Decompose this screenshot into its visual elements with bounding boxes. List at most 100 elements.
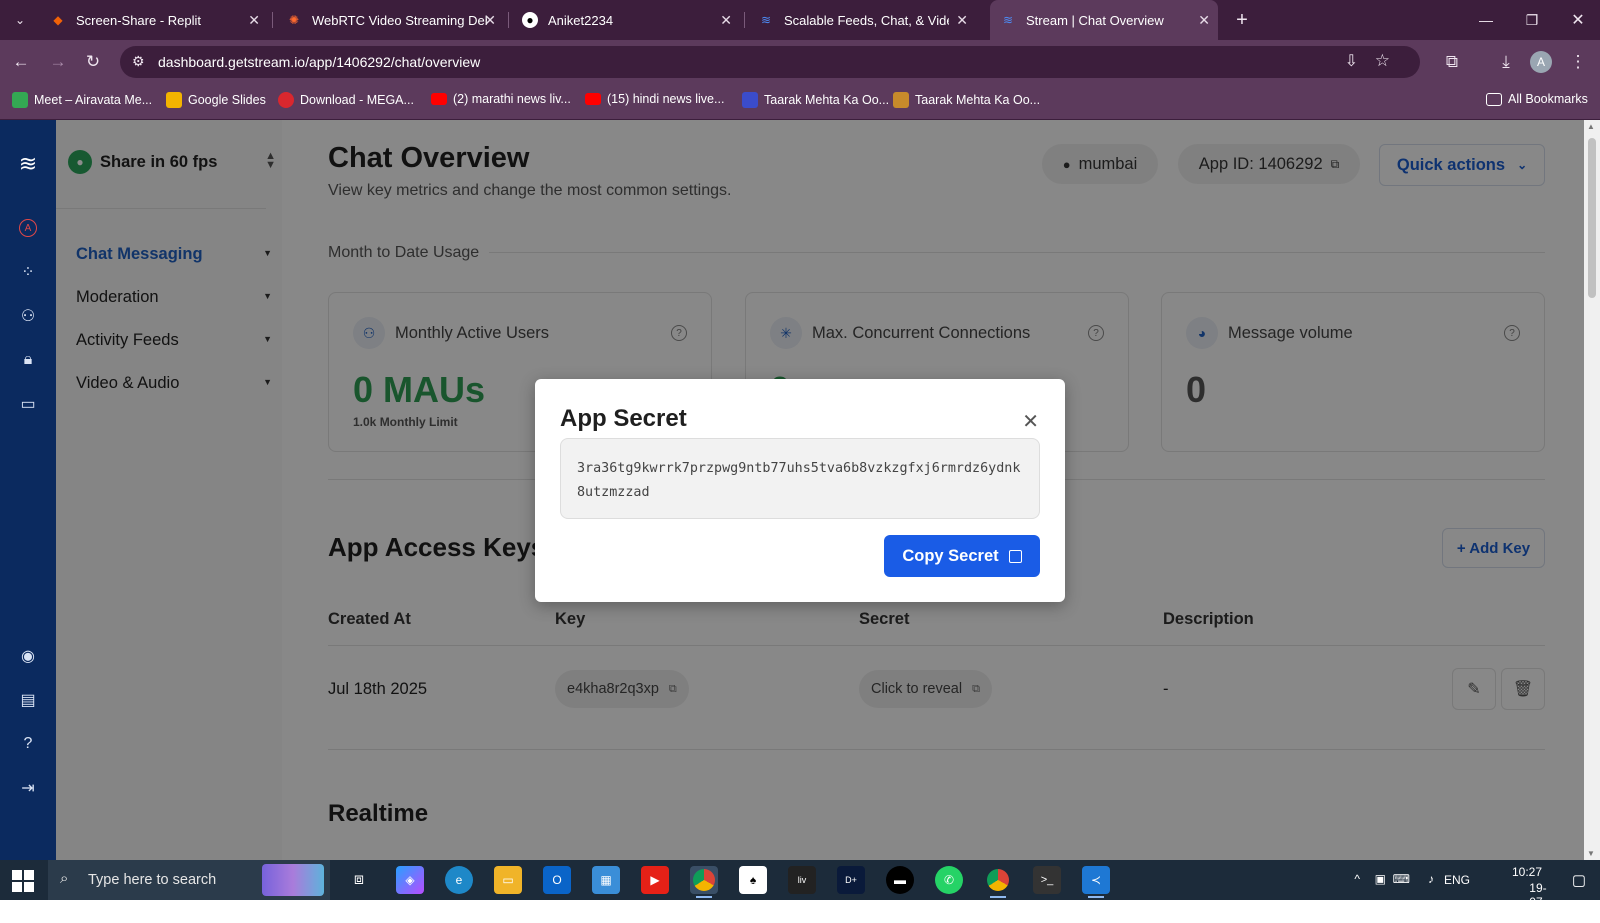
clock-date[interactable]: 19-07-2025	[1529, 881, 1556, 923]
org-avatar[interactable]: A	[14, 214, 42, 242]
bookmark-star-icon[interactable]: ☆	[1375, 51, 1390, 71]
close-tab-icon[interactable]: ✕	[248, 12, 260, 29]
taskbar-search[interactable]: ⌕ Type here to search	[48, 860, 330, 900]
lock-icon[interactable]: 🔒︎	[14, 346, 42, 374]
volume-icon[interactable]: ♪	[1428, 872, 1434, 886]
bookmark-label: (15) hindi news live...	[607, 92, 725, 106]
vscode-icon[interactable]: ≺	[1082, 866, 1110, 898]
chrome-icon[interactable]	[690, 866, 718, 898]
minimize-icon[interactable]: —	[1474, 8, 1498, 32]
bookmark-meet[interactable]: Meet – Airavata Me...	[12, 92, 152, 108]
copy-secret-button[interactable]: Copy Secret	[884, 535, 1040, 577]
store-icon[interactable]: ▦	[592, 866, 620, 894]
bookmarks-bar: Meet – Airavata Me... Google Slides Down…	[0, 84, 1600, 120]
stream-logo-icon[interactable]: ≋	[14, 150, 42, 178]
tv-icon	[893, 92, 909, 108]
replit-icon: ◆	[53, 13, 63, 27]
reload-icon[interactable]: ↻	[81, 50, 105, 74]
close-tab-icon[interactable]: ✕	[720, 12, 732, 29]
close-tab-icon[interactable]: ✕	[484, 12, 496, 29]
forward-icon[interactable]: →	[46, 50, 70, 74]
new-tab-icon[interactable]: +	[1230, 8, 1254, 32]
media-app-icon[interactable]: ▬	[886, 866, 914, 894]
close-icon[interactable]: ✕	[1022, 409, 1039, 434]
org-avatar-initial: A	[19, 219, 37, 237]
browser-tab-strip: ⌄ ◆ Screen-Share - Replit ✕ ✺ WebRTC Vid…	[0, 0, 1600, 40]
clock-time[interactable]: 10:27	[1512, 865, 1542, 879]
bookmark-mega[interactable]: Download - MEGA...	[278, 92, 414, 108]
tab-scalable-feeds[interactable]: ≋ Scalable Feeds, Chat, & Video - ✕	[748, 0, 976, 40]
chrome-profile-icon[interactable]	[984, 866, 1012, 898]
site-settings-icon[interactable]: ⚙	[132, 53, 145, 70]
apps-grid-icon[interactable]: ⁘	[14, 258, 42, 286]
billing-card-icon[interactable]: ▭	[14, 390, 42, 418]
mega-icon	[278, 92, 294, 108]
outlook-icon[interactable]: O	[543, 866, 571, 894]
restore-icon[interactable]: ❐	[1520, 8, 1544, 32]
tab-replit[interactable]: ◆ Screen-Share - Replit ✕	[40, 0, 268, 40]
bookmark-taarak-2[interactable]: Taarak Mehta Ka Oo...	[893, 92, 1040, 108]
bookmark-hindi-news[interactable]: (15) hindi news live...	[585, 92, 724, 106]
close-tab-icon[interactable]: ✕	[1198, 12, 1210, 29]
back-icon[interactable]: ←	[9, 50, 33, 74]
chevron-up-icon[interactable]: ^	[1354, 872, 1360, 886]
page-scrollbar[interactable]: ▲ ▼	[1584, 120, 1600, 860]
language-indicator[interactable]: ENG	[1444, 873, 1470, 887]
browser-menu-icon[interactable]: ⋮	[1566, 50, 1590, 74]
copilot-icon[interactable]: ◈	[396, 866, 424, 894]
secret-display: 3ra36tg9kwrrk7przpwg9ntb77uhs5tva6b8vzkz…	[560, 438, 1040, 519]
sonyliv-icon[interactable]: liv	[788, 866, 816, 894]
tab-github[interactable]: ● Aniket2234 ✕	[512, 0, 740, 40]
help-icon[interactable]: ?	[14, 730, 42, 758]
bookmark-google-slides[interactable]: Google Slides	[166, 92, 266, 108]
meet-icon	[12, 92, 28, 108]
task-view-icon[interactable]: ⧈	[345, 866, 373, 894]
github-icon: ●	[522, 12, 538, 28]
account-icon[interactable]: ◉	[14, 642, 42, 670]
meet-now-icon[interactable]: ▣	[1375, 872, 1386, 886]
file-explorer-icon[interactable]: ▭	[494, 866, 522, 894]
copy-icon	[1008, 549, 1022, 563]
close-tab-icon[interactable]: ✕	[956, 12, 968, 29]
youtube-icon	[431, 93, 447, 105]
all-bookmarks[interactable]: All Bookmarks	[1486, 92, 1588, 106]
windows-start-icon[interactable]	[12, 870, 34, 892]
bookmark-label: Download - MEGA...	[300, 93, 414, 107]
docs-book-icon[interactable]: ▤	[14, 686, 42, 714]
disney-hotstar-icon[interactable]: D+	[837, 866, 865, 894]
edge-icon[interactable]: e	[445, 866, 473, 894]
copy-secret-label: Copy Secret	[902, 546, 999, 565]
solitaire-icon[interactable]: ♠	[739, 866, 767, 894]
youtube-icon	[585, 93, 601, 105]
extensions-icon[interactable]: ⧉	[1440, 50, 1464, 74]
bookmark-marathi-news[interactable]: (2) marathi news liv...	[431, 92, 571, 106]
network-icon[interactable]: ⌨	[1393, 872, 1410, 886]
tab-search-chevron-icon[interactable]: ⌄	[8, 8, 32, 32]
tab-title: Scalable Feeds, Chat, & Video -	[784, 12, 949, 28]
webrtc-icon: ✺	[288, 13, 300, 27]
whatsapp-icon[interactable]: ✆	[935, 866, 963, 894]
install-app-icon[interactable]: ⇩	[1345, 51, 1358, 71]
tab-webrtc[interactable]: ✺ WebRTC Video Streaming Debu ✕	[276, 0, 504, 40]
scrollbar-thumb[interactable]	[1588, 138, 1596, 298]
icon-rail: ≋ A ⁘ ⚇ 🔒︎ ▭ ◉ ▤ ? ⇥	[0, 120, 56, 860]
bookmark-label: Taarak Mehta Ka Oo...	[764, 93, 890, 107]
profile-avatar[interactable]: A	[1530, 51, 1552, 73]
stream-icon: ≋	[1002, 13, 1014, 27]
notification-icon[interactable]: ▢	[1572, 871, 1586, 889]
address-bar[interactable]: ⚙ dashboard.getstream.io/app/1406292/cha…	[120, 46, 1420, 78]
window-close-icon[interactable]: ✕	[1566, 8, 1590, 32]
tab-stream-chat-overview[interactable]: ≋ Stream | Chat Overview ✕	[990, 0, 1218, 40]
bookmark-label: Taarak Mehta Ka Oo...	[915, 93, 1041, 107]
tab-title: Stream | Chat Overview	[1026, 12, 1164, 28]
downloads-icon[interactable]: ⤓	[1494, 50, 1518, 74]
search-highlight-image	[262, 864, 324, 896]
youtube-icon[interactable]: ▶	[641, 866, 669, 894]
browser-toolbar: ← → ↻ ⚙ dashboard.getstream.io/app/14062…	[0, 40, 1600, 84]
tab-title: WebRTC Video Streaming Debu	[312, 12, 487, 28]
team-icon[interactable]: ⚇	[14, 302, 42, 330]
terminal-icon[interactable]: >_	[1033, 866, 1061, 894]
logout-icon[interactable]: ⇥	[14, 774, 42, 802]
bookmark-taarak-1[interactable]: Taarak Mehta Ka Oo...	[742, 92, 889, 108]
search-icon: ⌕	[60, 870, 69, 887]
